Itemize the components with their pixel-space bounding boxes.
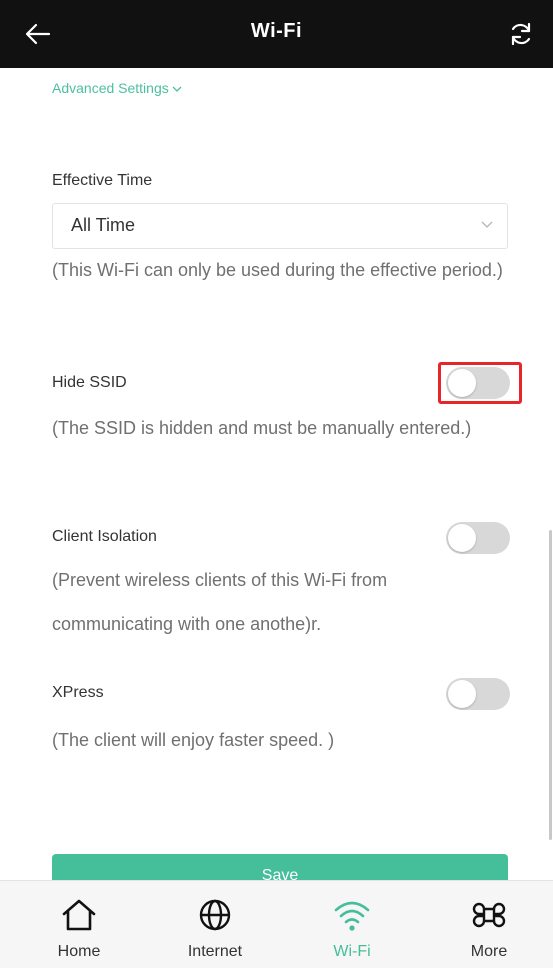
scrollbar[interactable] [549,530,552,840]
chevron-down-icon [481,221,493,228]
client-isolation-label: Client Isolation [52,528,157,545]
tab-label: Home [57,943,101,960]
tab-label: Wi-Fi [333,943,371,960]
advanced-settings-label: Advanced Settings [52,80,169,96]
xpress-toggle[interactable] [446,678,510,710]
globe-icon [199,899,231,931]
page-title: Wi-Fi [250,20,303,42]
command-icon [472,902,506,928]
toggle-knob [448,524,476,552]
tab-more[interactable]: More [434,881,544,969]
advanced-settings-link[interactable]: Advanced Settings [52,80,182,96]
xpress-label: XPress [52,684,104,701]
tab-label: More [470,943,508,960]
hide-ssid-description: (The SSID is hidden and must be manually… [52,418,472,438]
save-button[interactable]: Save [52,854,508,880]
app-header: Wi-Fi [0,0,553,68]
toggle-knob [448,680,476,708]
client-isolation-toggle[interactable] [446,522,510,554]
tab-label: Internet [187,943,243,960]
tab-wifi[interactable]: Wi-Fi [297,881,407,969]
xpress-description: (The client will enjoy faster speed. ) [52,730,335,750]
highlight-box [438,362,522,404]
tab-home[interactable]: Home [24,881,134,969]
effective-time-value: All Time [71,215,136,235]
hide-ssid-label: Hide SSID [52,374,127,391]
effective-time-label: Effective Time [52,172,153,189]
effective-time-select[interactable]: All Time [52,203,508,249]
tab-internet[interactable]: Internet [160,881,270,969]
home-icon [62,899,96,931]
effective-time-description: (This Wi-Fi can only be used during the … [52,260,503,280]
refresh-icon[interactable] [507,20,535,48]
settings-content: Advanced Settings Effective Time All Tim… [0,68,553,880]
wifi-icon [334,901,370,931]
chevron-down-icon [172,86,182,92]
client-isolation-description: (Prevent wireless clients of this Wi-Fi … [52,570,388,634]
bottom-tab-bar: Home Internet Wi-Fi More [0,880,553,968]
